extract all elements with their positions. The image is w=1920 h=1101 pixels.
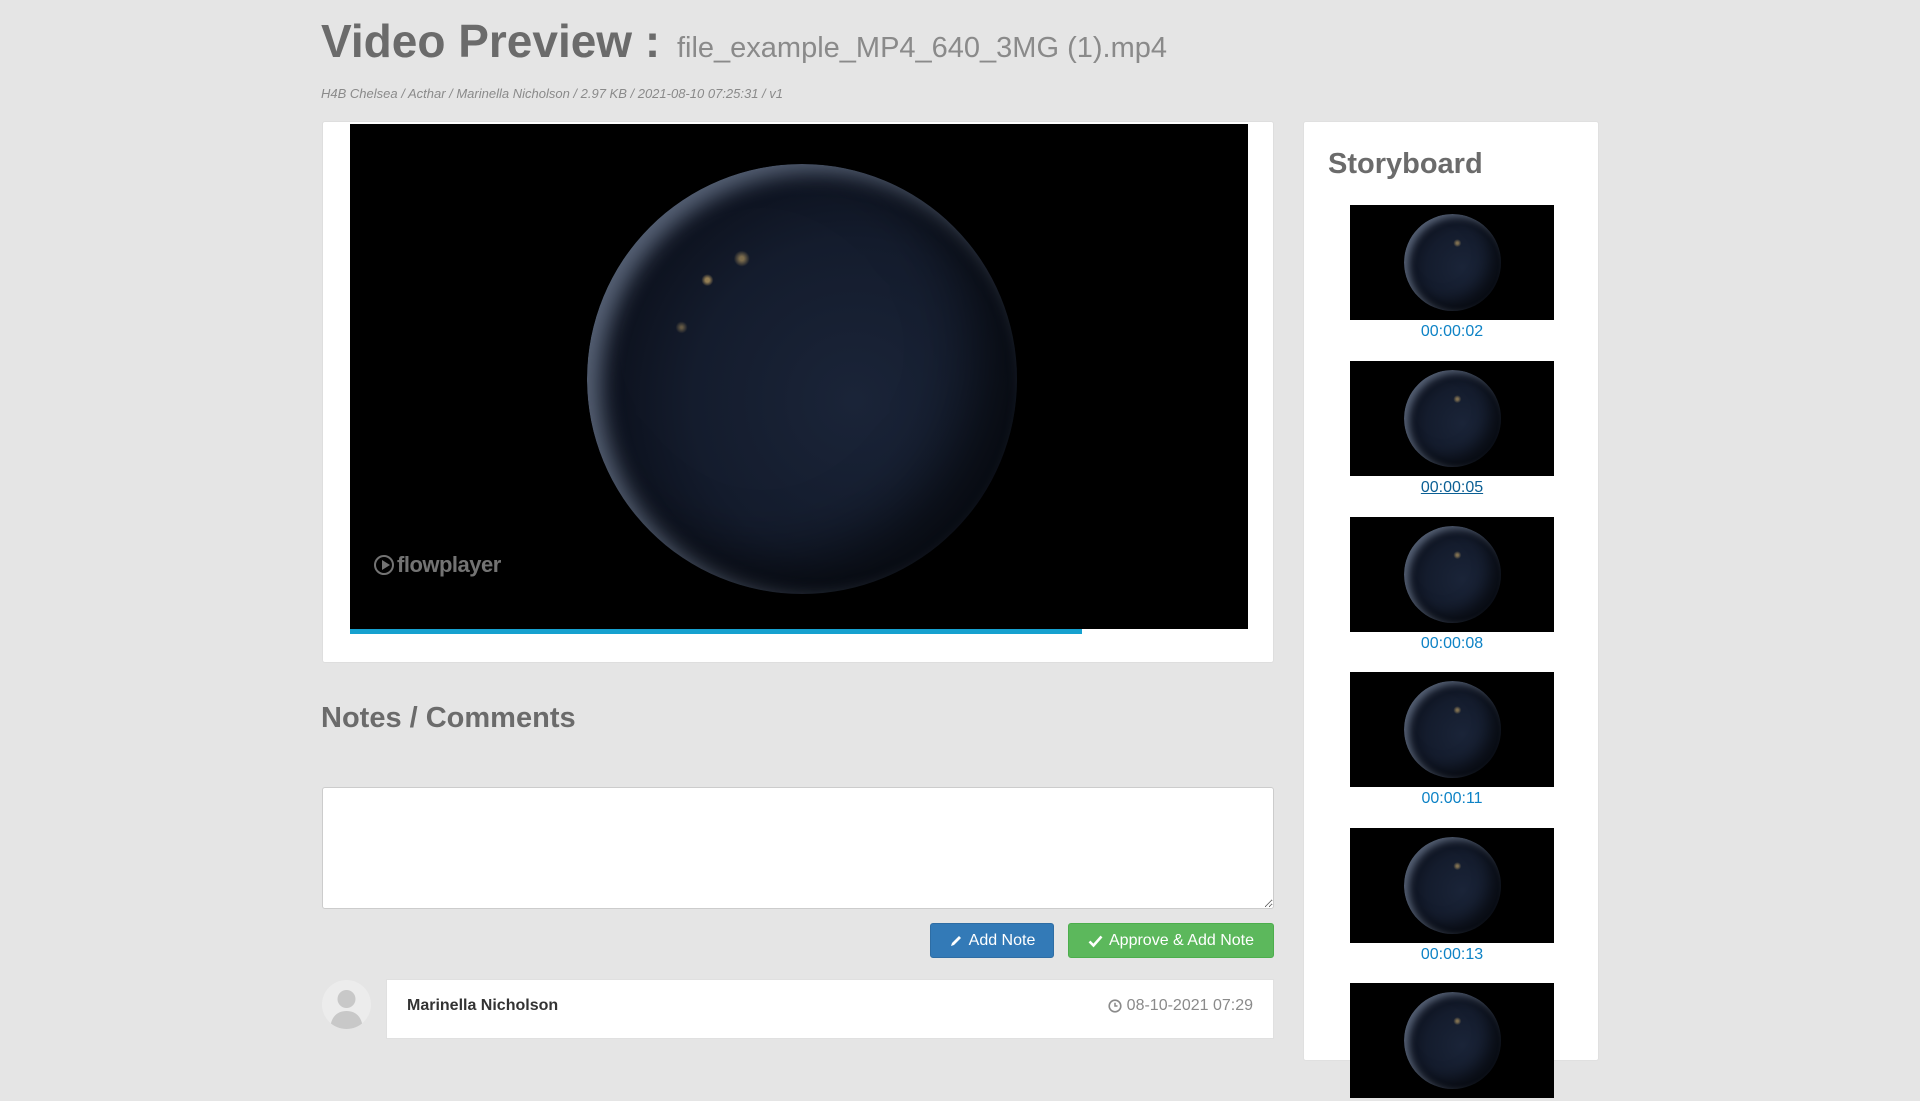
storyboard-time-link[interactable]: 00:00:11 [1350, 790, 1554, 808]
storyboard-thumbnail-earth [1404, 837, 1501, 934]
storyboard-item[interactable]: 00:00:08 [1350, 517, 1554, 653]
storyboard-item[interactable]: 00:00:13 [1350, 828, 1554, 964]
storyboard-time-link[interactable]: 00:00:08 [1350, 635, 1554, 653]
storyboard-panel: Storyboard 00:00:02 00:00:05 00:00:08 00… [1303, 121, 1599, 1098]
page-title: Video Preview : file_example_MP4_640_3MG… [321, 14, 1167, 68]
storyboard-thumbnail-earth [1404, 370, 1501, 467]
storyboard-time-link[interactable]: 00:00:05 [1350, 479, 1554, 497]
storyboard-item[interactable] [1350, 983, 1554, 1101]
storyboard-thumbnail[interactable] [1350, 828, 1554, 943]
add-note-button[interactable]: Add Note [930, 923, 1054, 958]
comment-card: Marinella Nicholson 08-10-2021 07:29 [386, 979, 1274, 1039]
storyboard-item[interactable]: 00:00:11 [1350, 672, 1554, 808]
storyboard-item[interactable]: 00:00:05 [1350, 361, 1554, 497]
comment-timestamp-text: 08-10-2021 07:29 [1126, 997, 1253, 1014]
video-frame-earth [587, 164, 1017, 594]
storyboard-time-link[interactable]: 00:00:02 [1350, 323, 1554, 341]
notes-title: Notes / Comments [321, 702, 576, 734]
comment-timestamp: 08-10-2021 07:29 [1108, 997, 1253, 1015]
storyboard-thumbnail-earth [1404, 992, 1501, 1089]
clock-icon [1108, 999, 1122, 1013]
storyboard-thumbnail[interactable] [1350, 517, 1554, 632]
storyboard-time-link[interactable]: 00:00:13 [1350, 946, 1554, 964]
flowplayer-label: flowplayer [397, 552, 501, 577]
storyboard-thumbnail-earth [1404, 526, 1501, 623]
player-panel: flowplayer [322, 121, 1274, 663]
storyboard-thumbnail[interactable] [1350, 672, 1554, 787]
pencil-icon [950, 935, 961, 946]
add-note-label: Add Note [968, 931, 1036, 949]
storyboard-thumbnail[interactable] [1350, 983, 1554, 1098]
storyboard-thumbnail[interactable] [1350, 361, 1554, 476]
storyboard-thumbnail[interactable] [1350, 205, 1554, 320]
flowplayer-logo[interactable]: flowplayer [374, 552, 501, 578]
note-input[interactable] [322, 787, 1274, 909]
video-player[interactable]: flowplayer [350, 124, 1248, 629]
check-icon [1088, 935, 1103, 947]
storyboard-thumbnail-earth [1404, 214, 1501, 311]
approve-add-note-label: Approve & Add Note [1109, 931, 1254, 949]
storyboard-thumbnail-earth [1404, 681, 1501, 778]
video-progress-bar[interactable] [350, 629, 1248, 634]
storyboard-title: Storyboard [1328, 148, 1483, 180]
video-progress-fill [350, 629, 1082, 634]
file-name: file_example_MP4_640_3MG (1).mp4 [676, 32, 1167, 64]
user-avatar-icon [322, 980, 371, 1029]
storyboard-item[interactable]: 00:00:02 [1350, 205, 1554, 341]
page-title-label: Video Preview : [321, 15, 661, 67]
approve-add-note-button[interactable]: Approve & Add Note [1068, 923, 1274, 958]
play-circle-icon [374, 555, 394, 575]
comment-author: Marinella Nicholson [407, 997, 559, 1014]
file-meta: H4B Chelsea / Acthar / Marinella Nichols… [321, 86, 784, 101]
